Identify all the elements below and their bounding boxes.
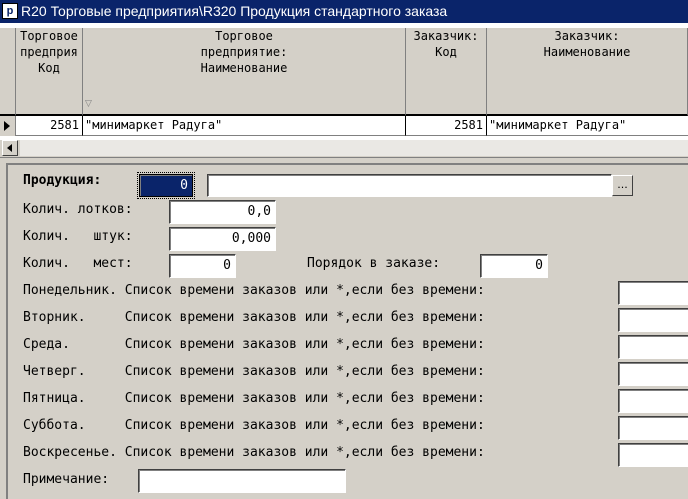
app-icon: p (2, 3, 18, 19)
trays-field[interactable]: 0,0 (169, 200, 276, 224)
pieces-label: Колич. штук: (23, 229, 133, 244)
window-title: R20 Торговые предприятия\R320 Продукция … (21, 3, 448, 19)
note-label: Примечание: (23, 472, 110, 487)
column-header-customer-code[interactable]: Заказчик: Код (406, 28, 487, 116)
wednesday-label: Среда. Список времени заказов или *,если… (23, 337, 485, 352)
pieces-field[interactable]: 0,000 (169, 227, 276, 251)
thursday-field[interactable] (618, 362, 688, 386)
table-cell-trade-name[interactable]: "минимаркет Радуга" (83, 116, 406, 136)
sunday-field[interactable] (618, 443, 688, 467)
scroll-track[interactable] (20, 140, 688, 156)
product-code-field[interactable]: 0 (137, 172, 195, 199)
tuesday-field[interactable] (618, 308, 688, 332)
grid-corner (0, 28, 16, 116)
monday-field[interactable] (618, 281, 688, 305)
records-grid: Торговое предприя Код Торговое предприят… (0, 23, 688, 144)
saturday-field[interactable] (618, 416, 688, 440)
sunday-label: Воскресенье. Список времени заказов или … (23, 445, 485, 460)
scroll-left-button[interactable] (2, 140, 18, 156)
places-field[interactable]: 0 (169, 254, 236, 278)
table-cell-trade-code[interactable]: 2581 (16, 116, 83, 136)
table-cell-customer-name[interactable]: "минимаркет Радуга" (487, 116, 688, 136)
horizontal-scrollbar[interactable] (0, 140, 688, 158)
sort-icon: ▽ (85, 99, 92, 109)
thursday-label: Четверг. Список времени заказов или *,ес… (23, 364, 485, 379)
places-label: Колич. мест: (23, 256, 133, 271)
friday-label: Пятница. Список времени заказов или *,ес… (23, 391, 485, 406)
product-lookup-button[interactable]: ... (612, 175, 633, 196)
product-name-field[interactable] (207, 174, 612, 197)
order-label: Порядок в заказе: (307, 256, 441, 271)
trays-label: Колич. лотков: (23, 202, 133, 217)
column-header-trade-name[interactable]: Торговое предприятие: Наименование ▽ (83, 28, 406, 116)
order-field[interactable]: 0 (480, 254, 548, 278)
friday-field[interactable] (618, 389, 688, 413)
monday-label: Понедельник. Список времени заказов или … (23, 283, 485, 298)
column-header-customer-name[interactable]: Заказчик: Наименование (487, 28, 688, 116)
tuesday-label: Вторник. Список времени заказов или *,ес… (23, 310, 485, 325)
detail-form: Продукция: 0 ... Колич. лотков: 0,0 Коли… (6, 163, 688, 499)
product-label: Продукция: (23, 173, 102, 188)
table-cell-customer-code[interactable]: 2581 (406, 116, 487, 136)
saturday-label: Суббота. Список времени заказов или *,ес… (23, 418, 485, 433)
column-header-trade-code[interactable]: Торговое предприя Код (16, 28, 83, 116)
wednesday-field[interactable] (618, 335, 688, 359)
current-row-arrow-icon (4, 121, 10, 131)
note-field[interactable] (138, 469, 346, 493)
row-selector[interactable] (0, 116, 16, 136)
title-bar: p R20 Торговые предприятия\R320 Продукци… (0, 0, 688, 23)
